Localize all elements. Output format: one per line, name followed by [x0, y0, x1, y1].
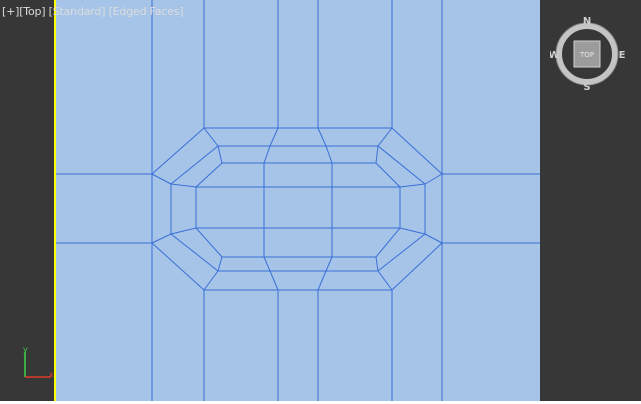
- axis-y-label: y: [23, 345, 28, 354]
- compass-south[interactable]: S: [583, 82, 590, 93]
- compass-east[interactable]: E: [619, 50, 626, 61]
- axis-tripod-icon: y x: [23, 345, 54, 379]
- viewcube[interactable]: TOP N S E W: [550, 12, 628, 94]
- plane-mesh[interactable]: [0, 0, 641, 404]
- viewport-shading-menu[interactable]: [Standard]: [49, 5, 106, 18]
- axis-x-label: x: [49, 370, 54, 379]
- compass-west[interactable]: W: [550, 50, 560, 61]
- top-viewport[interactable]: [+][Top] [Standard] [Edged Faces] TOP N …: [0, 0, 641, 404]
- viewport-plus-menu[interactable]: [+]: [2, 5, 19, 18]
- compass-north[interactable]: N: [583, 16, 591, 27]
- viewport-label-menu: [+][Top] [Standard] [Edged Faces]: [2, 5, 184, 18]
- plane-surface[interactable]: [55, 0, 540, 401]
- viewcube-face-label: TOP: [579, 51, 594, 59]
- viewport-edged-faces-menu[interactable]: [Edged Faces]: [109, 5, 184, 18]
- viewport-pov-menu[interactable]: [Top]: [19, 5, 45, 18]
